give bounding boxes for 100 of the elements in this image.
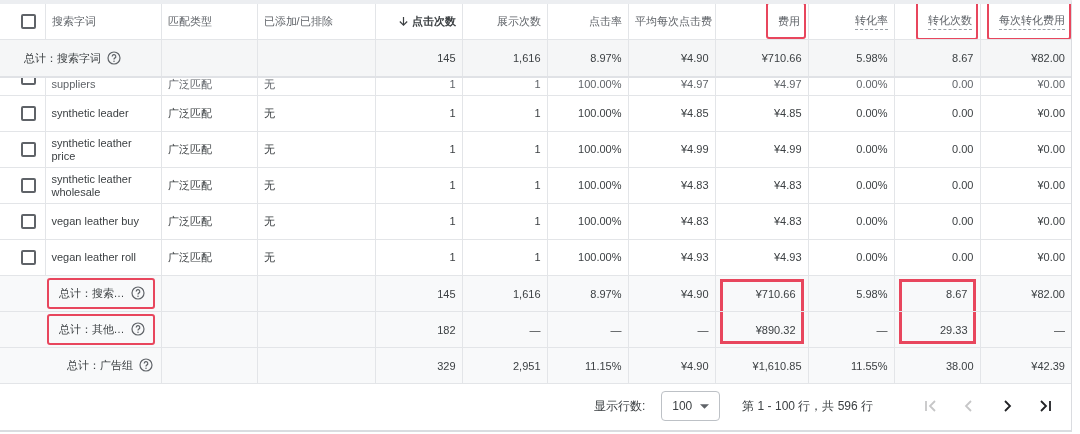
table-cell: ¥4.97 [715,77,808,96]
table-cell: 329 [375,347,462,384]
table-cell: 无 [257,131,375,168]
table-cell: ¥1,610.85 [715,347,808,384]
checkbox[interactable] [21,14,36,29]
search-term: vegan leather buy [45,203,161,240]
table-cell: ¥4.90 [628,347,715,384]
table-cell: ¥4.99 [628,131,715,168]
table-cell: 无 [257,95,375,132]
column-header[interactable]: 转化率 [854,13,888,30]
first-page-icon [923,398,939,414]
table-cell: 100.00% [547,167,628,204]
table-cell: ¥82.00 [980,39,1071,77]
column-header[interactable]: 平均每次点击费 [634,14,712,29]
total-label: 总计：搜索… [58,287,125,299]
table-cell: 2,951 [462,347,547,384]
table-cell: 100.00% [547,203,628,240]
page-range: 第 1 - 100 行，共 596 行 [742,397,873,415]
table-cell: ¥4.85 [715,95,808,132]
rows-per-page-label: 显示行数: [593,397,646,415]
checkbox[interactable] [21,214,36,229]
table-cell: — [462,311,547,348]
table-cell: 0.00% [808,203,894,240]
table-cell: ¥42.39 [980,347,1071,384]
table-cell: 1,616 [462,39,547,77]
table-cell: 11.55% [808,347,894,384]
table-cell: 182 [375,311,462,348]
table-cell: ¥0.00 [980,131,1071,168]
column-header[interactable]: 每次转化费用 [998,13,1065,30]
table-cell: ¥4.93 [715,239,808,276]
table-cell: ¥82.00 [980,275,1071,312]
column-header[interactable]: 匹配类型 [167,14,212,29]
rows-per-page-select[interactable]: 100 [661,391,721,421]
table-cell: — [980,311,1071,348]
table-cell: ¥0.00 [980,167,1071,204]
table-cell: 5.98% [808,39,894,77]
table-cell: ¥4.90 [628,275,715,312]
table-cell: 1 [375,203,462,240]
table-cell: ¥4.83 [715,167,808,204]
column-header[interactable]: 搜索字词 [51,14,96,29]
table-cell: 广泛匹配 [161,131,257,168]
table-cell: ¥4.83 [715,203,808,240]
table-cell: 1,616 [462,275,547,312]
table-cell: ¥4.83 [628,203,715,240]
table-cell: 无 [257,203,375,240]
table-cell: 8.97% [547,275,628,312]
column-header[interactable]: 点击率 [588,14,622,29]
table-cell: 广泛匹配 [161,77,257,96]
table-cell: — [808,311,894,348]
table-cell: 1 [375,239,462,276]
table-cell: 0.00 [894,131,980,168]
table-cell: — [628,311,715,348]
table-cell: ¥4.90 [628,39,715,77]
table-cell: 5.98% [808,275,894,312]
search-term: synthetic leather wholesale [45,167,161,204]
table-cell: 广泛匹配 [161,239,257,276]
search-term: vegan leather roll [45,239,161,276]
total-label: 总计：广告组 [66,359,133,371]
last-page-icon [1037,398,1053,414]
table-cell: 1 [375,95,462,132]
table-cell: 无 [257,77,375,96]
table-cell: 0.00 [894,77,980,96]
table-cell: 1 [462,239,547,276]
table-cell: 8.67 [894,39,980,77]
table-cell: 11.15% [547,347,628,384]
table-cell: 广泛匹配 [161,95,257,132]
table-cell: 0.00 [894,95,980,132]
table-cell: 1 [462,203,547,240]
table-cell: 1 [375,77,462,96]
table-cell: 广泛匹配 [161,167,257,204]
column-header[interactable]: 点击次数 [411,14,456,29]
table-cell: ¥0.00 [980,239,1071,276]
help-icon[interactable] [130,322,145,336]
table-cell: 1 [462,167,547,204]
help-icon[interactable] [138,358,153,372]
help-icon[interactable] [130,286,145,300]
column-header[interactable]: 费用 [777,14,800,29]
checkbox[interactable] [21,250,36,265]
table-cell: 8.97% [547,39,628,77]
search-term: synthetic leader [45,95,161,132]
table-cell: 100.00% [547,95,628,132]
table-cell: 100.00% [547,239,628,276]
table-cell: 1 [375,131,462,168]
help-icon[interactable] [107,50,121,65]
column-header[interactable]: 已添加/已排除 [263,14,333,29]
table-cell: ¥4.85 [628,95,715,132]
table-cell: ¥0.00 [980,77,1071,96]
checkbox[interactable] [21,142,36,157]
column-header[interactable]: 转化次数 [927,13,972,30]
search-term: suppliers [45,77,161,96]
table-cell: 无 [257,167,375,204]
table-cell: ¥0.00 [980,95,1071,132]
table-cell: 1 [375,167,462,204]
table-cell: ¥4.99 [715,131,808,168]
checkbox[interactable] [21,106,36,121]
table-cell: 100.00% [547,131,628,168]
table-cell: 0.00 [894,167,980,204]
column-header[interactable]: 展示次数 [496,14,541,29]
table-cell: 1 [462,77,547,96]
checkbox[interactable] [21,178,36,193]
